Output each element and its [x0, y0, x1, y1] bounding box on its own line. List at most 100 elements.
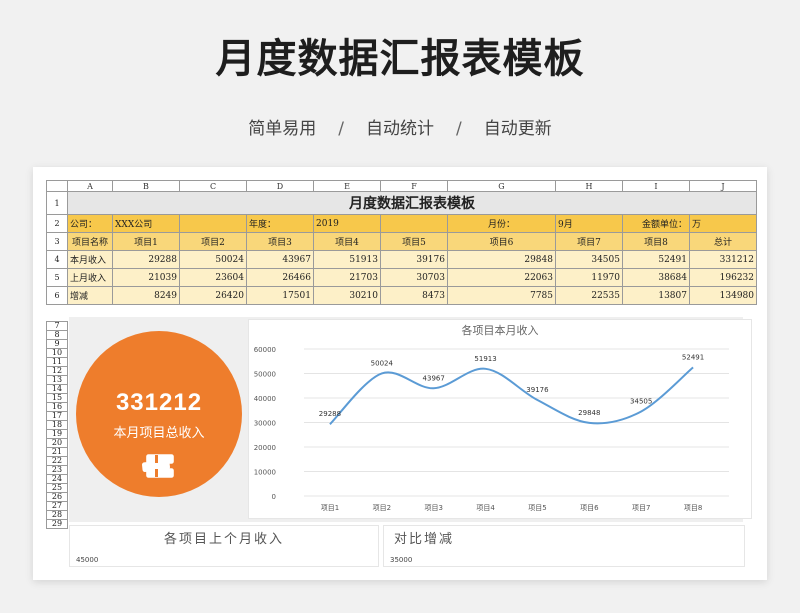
row-number[interactable]: 27 [46, 501, 68, 511]
col-header[interactable]: B [112, 180, 180, 192]
col-header[interactable]: I [622, 180, 690, 192]
value-cell[interactable]: 29288 [112, 250, 180, 269]
unit-value-cell[interactable]: 万 [689, 214, 757, 233]
row-number[interactable]: 19 [46, 429, 68, 439]
value-cell[interactable]: 22535 [555, 286, 623, 305]
value-cell[interactable]: 34505 [555, 250, 623, 269]
unit-label-cell[interactable]: 金额单位： [622, 214, 690, 233]
comparison-chart[interactable]: 对比增减 35000 [383, 525, 745, 567]
header-cell[interactable]: 项目3 [246, 232, 314, 251]
total-cell[interactable]: 134980 [689, 286, 757, 305]
last-month-income-chart[interactable]: 各项目上个月收入 45000 [69, 525, 379, 567]
value-cell[interactable]: 11970 [555, 268, 623, 287]
value-cell[interactable]: 21039 [112, 268, 180, 287]
cell[interactable] [380, 214, 448, 233]
header-cell[interactable]: 项目4 [313, 232, 381, 251]
y-tick-label: 0 [272, 493, 276, 501]
row-number[interactable]: 17 [46, 411, 68, 421]
header-cell[interactable]: 项目2 [179, 232, 247, 251]
column-header-row: A B C D E F G H I J [46, 180, 757, 192]
row-number[interactable]: 15 [46, 393, 68, 403]
cell[interactable] [179, 214, 247, 233]
row-number[interactable]: 16 [46, 402, 68, 412]
corner-cell[interactable] [46, 180, 68, 192]
row-number[interactable]: 26 [46, 492, 68, 502]
col-header[interactable]: F [380, 180, 448, 192]
header-cell[interactable]: 项目5 [380, 232, 448, 251]
value-cell[interactable]: 30703 [380, 268, 448, 287]
row: 22 [46, 456, 68, 466]
month-value-cell[interactable]: 9月 [555, 214, 623, 233]
value-cell[interactable]: 13807 [622, 286, 690, 305]
value-cell[interactable]: 8473 [380, 286, 448, 305]
header-cell[interactable]: 项目1 [112, 232, 180, 251]
row-number[interactable]: 11 [46, 357, 68, 367]
row: 10 [46, 348, 68, 358]
row-label-cell[interactable]: 本月收入 [67, 250, 113, 269]
value-cell[interactable]: 50024 [179, 250, 247, 269]
header-cell[interactable]: 项目8 [622, 232, 690, 251]
row-number[interactable]: 5 [46, 268, 68, 287]
total-cell[interactable]: 331212 [689, 250, 757, 269]
row-number[interactable]: 29 [46, 519, 68, 529]
row-label-cell[interactable]: 上月收入 [67, 268, 113, 287]
value-cell[interactable]: 38684 [622, 268, 690, 287]
row-number[interactable]: 20 [46, 438, 68, 448]
row-number[interactable]: 22 [46, 456, 68, 466]
header-cell[interactable]: 总计 [689, 232, 757, 251]
value-cell[interactable]: 52491 [622, 250, 690, 269]
year-value-cell[interactable]: 2019 [313, 214, 381, 233]
company-value-cell[interactable]: XXX公司 [112, 214, 180, 233]
value-cell[interactable]: 26466 [246, 268, 314, 287]
value-cell[interactable]: 23604 [179, 268, 247, 287]
row-number[interactable]: 13 [46, 375, 68, 385]
col-header[interactable]: C [179, 180, 247, 192]
header-cell[interactable]: 项目6 [447, 232, 556, 251]
value-cell[interactable]: 39176 [380, 250, 448, 269]
col-header[interactable]: G [447, 180, 556, 192]
row-number[interactable]: 21 [46, 447, 68, 457]
row-number[interactable]: 8 [46, 330, 68, 340]
col-header[interactable]: E [313, 180, 381, 192]
row-number[interactable]: 3 [46, 232, 68, 251]
value-cell[interactable]: 8249 [112, 286, 180, 305]
total-cell[interactable]: 196232 [689, 268, 757, 287]
row-number[interactable]: 2 [46, 214, 68, 233]
month-label-cell[interactable]: 月份： [447, 214, 556, 233]
header-cell[interactable]: 项目名称 [67, 232, 113, 251]
row: 23 [46, 465, 68, 475]
row-number[interactable]: 28 [46, 510, 68, 520]
current-month-income-chart[interactable]: 各项目本月收入 0 10000 20000 30000 40000 50000 60000 项目… [248, 319, 752, 519]
row-number[interactable]: 10 [46, 348, 68, 358]
value-cell[interactable]: 29848 [447, 250, 556, 269]
row-number[interactable]: 24 [46, 474, 68, 484]
value-cell[interactable]: 22063 [447, 268, 556, 287]
row-label-cell[interactable]: 增减 [67, 286, 113, 305]
value-cell[interactable]: 21703 [313, 268, 381, 287]
row-number[interactable]: 7 [46, 321, 68, 331]
company-label-cell[interactable]: 公司： [67, 214, 113, 233]
row-number[interactable]: 6 [46, 286, 68, 305]
value-cell[interactable]: 7785 [447, 286, 556, 305]
col-header[interactable]: A [67, 180, 113, 192]
col-header[interactable]: H [555, 180, 623, 192]
row-number[interactable]: 25 [46, 483, 68, 493]
value-cell[interactable]: 51913 [313, 250, 381, 269]
col-header[interactable]: J [689, 180, 757, 192]
row-number[interactable]: 14 [46, 384, 68, 394]
value-cell[interactable]: 43967 [246, 250, 314, 269]
value-cell[interactable]: 17501 [246, 286, 314, 305]
row-number[interactable]: 18 [46, 420, 68, 430]
value-cell[interactable]: 30210 [313, 286, 381, 305]
year-label-cell[interactable]: 年度： [246, 214, 314, 233]
row-number[interactable]: 23 [46, 465, 68, 475]
row-number[interactable]: 9 [46, 339, 68, 349]
row-number[interactable]: 12 [46, 366, 68, 376]
col-header[interactable]: D [246, 180, 314, 192]
header-cell[interactable]: 项目7 [555, 232, 623, 251]
row-number[interactable]: 1 [46, 191, 68, 215]
value-cell[interactable]: 26420 [179, 286, 247, 305]
row-number[interactable]: 4 [46, 250, 68, 269]
sheet-title-cell[interactable]: 月度数据汇报表模板 [67, 191, 757, 215]
x-tick-label: 项目8 [684, 504, 702, 512]
